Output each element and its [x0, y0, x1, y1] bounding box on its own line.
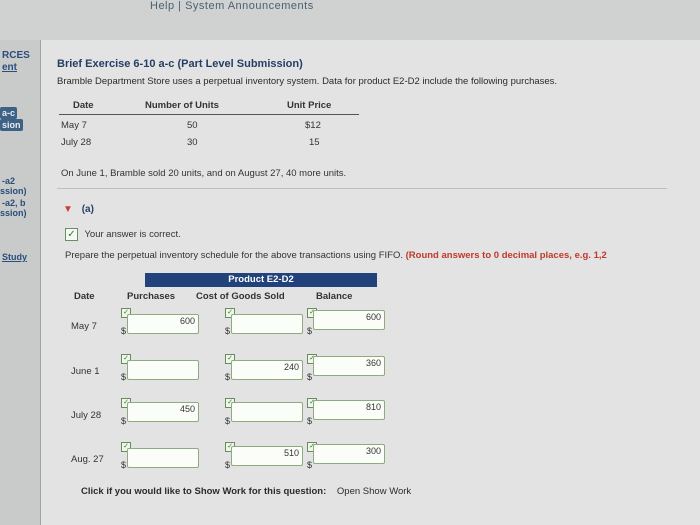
purchase-row-date: May 7	[61, 120, 87, 131]
purchases-input[interactable]	[127, 448, 199, 468]
question-2-nav[interactable]: -a2	[2, 176, 15, 186]
cogs-input[interactable]	[231, 402, 303, 422]
question-1-tag-sub: sion	[0, 119, 23, 131]
part-label: (a)	[81, 204, 94, 215]
question-1-nav-sub[interactable]: sion	[0, 119, 23, 131]
schedule-row-date: Aug. 27	[71, 454, 104, 465]
schedule-row-date: July 28	[71, 410, 102, 421]
section-divider	[57, 188, 667, 189]
checkmark-icon: ✓	[65, 228, 78, 241]
cogs-input[interactable]: 510	[231, 446, 303, 466]
table-divider	[59, 114, 359, 115]
currency-symbol: $	[307, 372, 313, 382]
study-link[interactable]: Study	[2, 252, 27, 262]
purchases-input[interactable]	[127, 360, 199, 380]
sales-note: On June 1, Bramble sold 20 units, and on…	[61, 168, 347, 179]
purchase-row-price: 15	[309, 137, 320, 148]
balance-input[interactable]: 810	[313, 400, 385, 420]
question-3-nav-sub[interactable]: ssion)	[0, 208, 27, 218]
currency-symbol: $	[225, 372, 231, 382]
balance-input[interactable]: 600	[313, 310, 385, 330]
answer-status-text: Your answer is correct.	[84, 229, 181, 241]
schedule-header-purchases: Purchases	[127, 291, 176, 302]
rounding-hint: (Round answers to 0 decimal places, e.g.…	[405, 250, 607, 261]
schedule-header-balance: Balance	[316, 291, 353, 302]
currency-symbol: $	[121, 460, 127, 470]
purchase-row-price: $12	[305, 120, 321, 131]
instruction: Prepare the perpetual inventory schedule…	[65, 250, 607, 261]
purchase-row-units: 30	[187, 137, 198, 148]
question-content: Brief Exercise 6-10 a-c (Part Level Subm…	[41, 40, 700, 525]
schedule-row-date: June 1	[71, 366, 100, 377]
part-a-toggle[interactable]: ▼ (a)	[63, 204, 94, 215]
instruction-text: Prepare the perpetual inventory schedule…	[65, 250, 403, 261]
show-work-text: Click if you would like to Show Work for…	[81, 486, 327, 497]
purchase-row-units: 50	[187, 120, 198, 131]
currency-symbol: $	[121, 326, 127, 336]
schedule-row-date: May 7	[71, 321, 97, 332]
purchases-input[interactable]: 600	[127, 314, 199, 334]
purchases-header-price: Unit Price	[287, 100, 332, 111]
exercise-title: Brief Exercise 6-10 a-c (Part Level Subm…	[57, 58, 303, 70]
balance-input[interactable]: 300	[313, 444, 385, 464]
question-2-nav-sub[interactable]: ssion)	[0, 186, 27, 196]
currency-symbol: $	[225, 460, 231, 470]
schedule-header-cogs: Cost of Goods Sold	[196, 291, 285, 302]
answer-status: ✓ Your answer is correct.	[65, 228, 181, 241]
resources-label[interactable]: RCES	[2, 50, 30, 61]
schedule-title: Product E2-D2	[145, 273, 377, 287]
help-announcements-links[interactable]: Help | System Announcements	[150, 0, 314, 12]
purchases-input[interactable]: 450	[127, 402, 199, 422]
schedule-header-date: Date	[74, 291, 95, 302]
top-bar: Help | System Announcements	[0, 0, 700, 41]
question-1-nav[interactable]: a-c	[0, 107, 18, 119]
cogs-input[interactable]	[231, 314, 303, 334]
purchase-row-date: July 28	[61, 137, 92, 148]
question-1-tag: a-c	[0, 107, 18, 119]
left-navigation: RCES ent a-c sion -a2 ssion) -a2, b ssio…	[0, 40, 41, 525]
currency-symbol: $	[307, 460, 313, 470]
balance-input[interactable]: 360	[313, 356, 385, 376]
resources-sub[interactable]: ent	[2, 62, 17, 73]
question-3-nav[interactable]: -a2, b	[2, 198, 26, 208]
show-work-prompt: Click if you would like to Show Work for…	[81, 486, 411, 497]
currency-symbol: $	[121, 416, 127, 426]
caret-down-icon: ▼	[63, 204, 73, 215]
currency-symbol: $	[225, 416, 231, 426]
exercise-description: Bramble Department Store uses a perpetua…	[57, 76, 558, 87]
currency-symbol: $	[307, 416, 313, 426]
purchases-header-date: Date	[73, 100, 94, 111]
cogs-input[interactable]: 240	[231, 360, 303, 380]
currency-symbol: $	[225, 326, 231, 336]
currency-symbol: $	[307, 326, 313, 336]
open-show-work-link[interactable]: Open Show Work	[337, 486, 411, 497]
purchases-header-units: Number of Units	[145, 100, 219, 111]
currency-symbol: $	[121, 372, 127, 382]
